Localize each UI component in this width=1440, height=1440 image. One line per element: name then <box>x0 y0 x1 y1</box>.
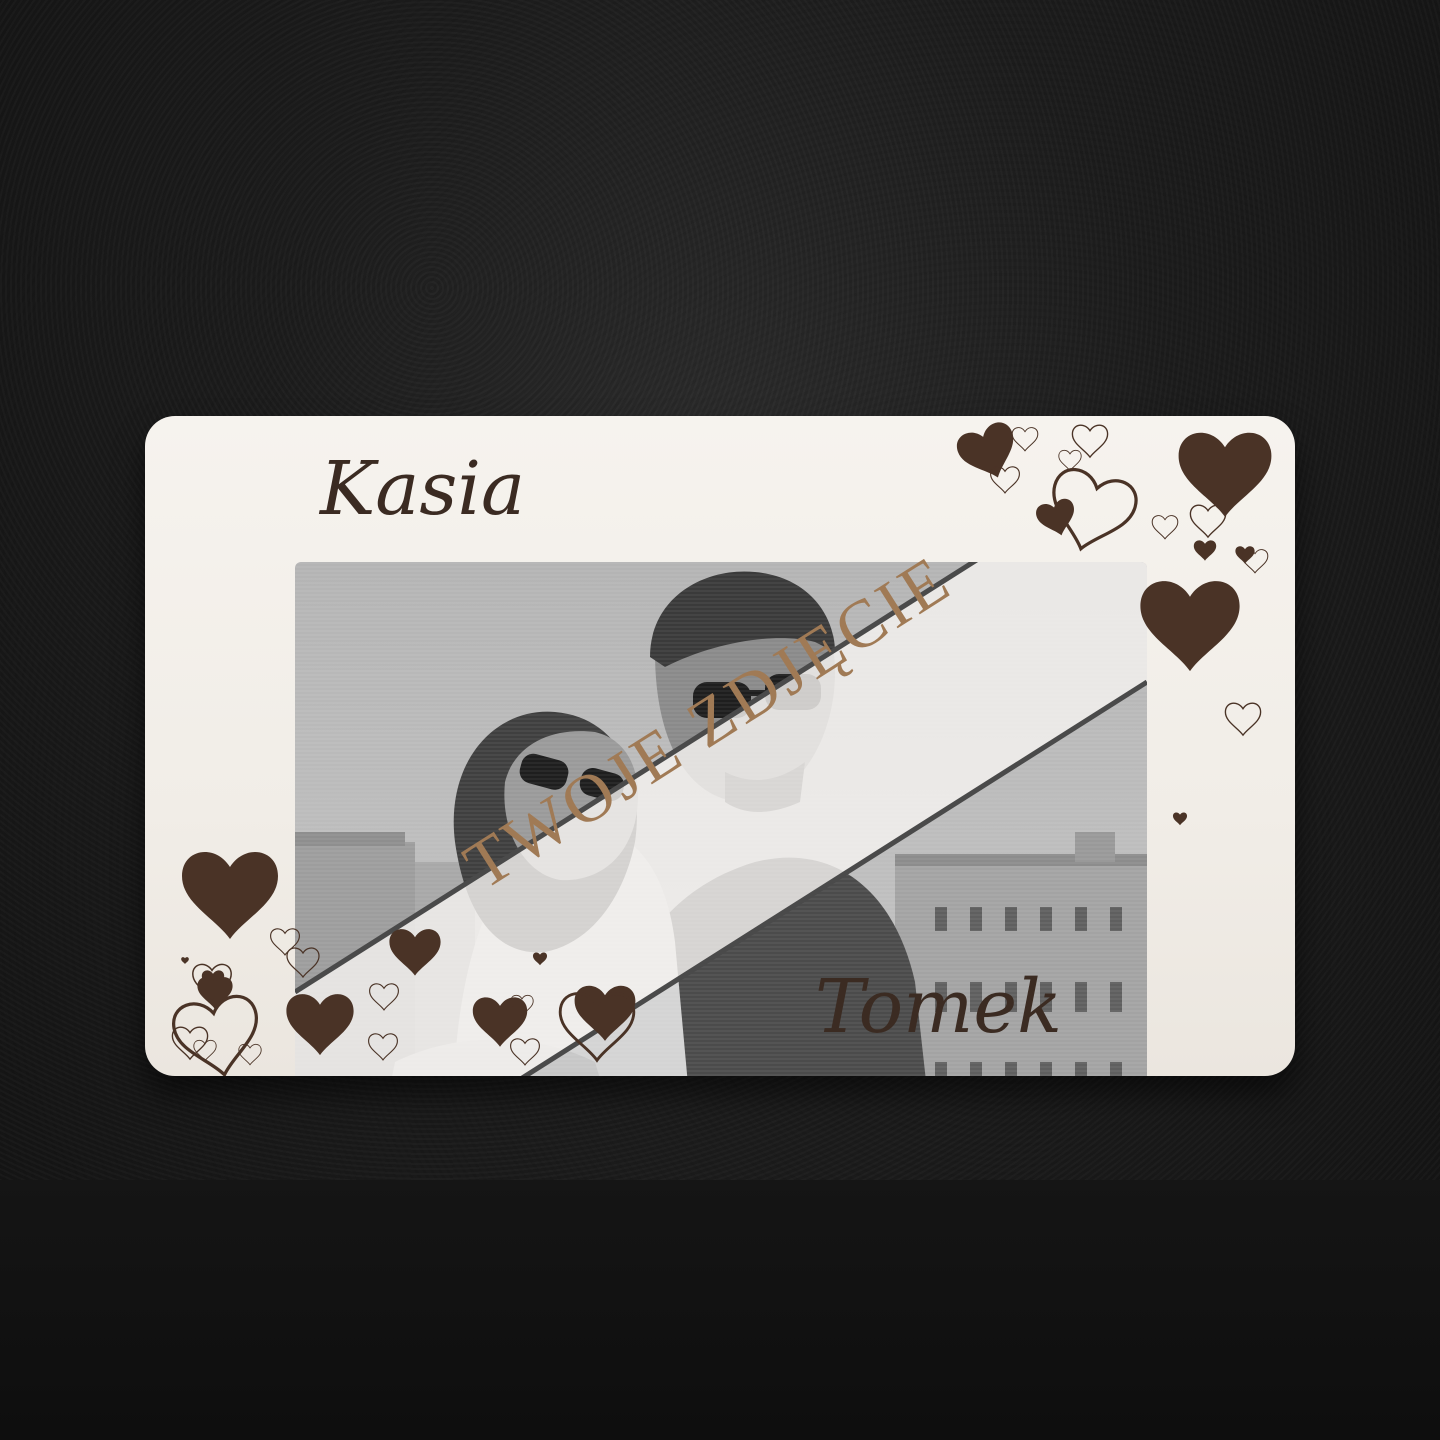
shelf-surface <box>0 1180 1440 1440</box>
heart-decorations: TWOJE ZDJĘCIE <box>168 418 1272 1076</box>
wooden-photo-frame: TWOJE ZDJĘCIE Kasia Tomek <box>145 416 1295 1076</box>
watermark-text: TWOJE ZDJĘCIE <box>451 539 965 903</box>
name-bottom: Tomek <box>815 964 1062 1050</box>
name-top: Kasia <box>320 446 526 532</box>
